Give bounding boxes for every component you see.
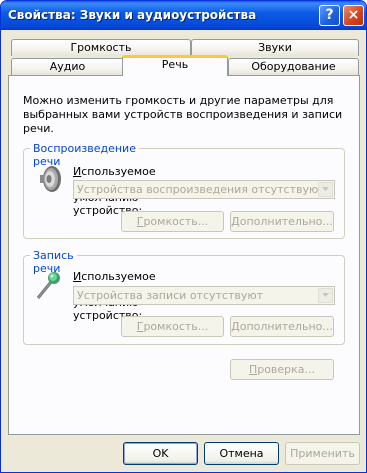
button-label: ромкость...: [143, 320, 209, 333]
recording-advanced-button[interactable]: Дополнительно...: [230, 316, 334, 337]
hotkey-char: Д: [231, 215, 240, 228]
button-label: ополнительно...: [239, 320, 333, 333]
tab-hardware[interactable]: Оборудование: [228, 58, 359, 75]
button-label: ополнительно...: [239, 215, 333, 228]
playback-advanced-button[interactable]: Дополнительно...: [230, 211, 334, 232]
tab-label: Громкость: [70, 41, 132, 54]
microphone-icon: [32, 269, 64, 301]
recording-device-value: Устройства записи отсутствуют: [77, 289, 264, 302]
chevron-down-icon: [318, 182, 333, 197]
description-text: Можно изменить громкость и другие параме…: [23, 94, 343, 135]
recording-device-select[interactable]: Устройства записи отсутствуют: [73, 286, 335, 305]
dialog-window: Свойства: Звуки и аудиоустройства ? × Гр…: [0, 0, 367, 473]
cancel-button[interactable]: Отмена: [204, 442, 279, 465]
chevron-down-icon: [318, 288, 333, 303]
hotkey-char: Д: [231, 320, 240, 333]
playback-device-select[interactable]: Устройства воспроизведения отсутствуют: [73, 180, 335, 199]
hotkey-char: И: [73, 270, 82, 283]
speaker-icon: [34, 163, 66, 195]
hotkey-char: П: [248, 363, 258, 376]
tab-audio[interactable]: Аудио: [11, 58, 124, 75]
tab-speech[interactable]: Речь: [122, 55, 228, 76]
help-button[interactable]: ?: [319, 5, 340, 26]
test-button[interactable]: Проверка...: [230, 359, 334, 380]
button-label: ромкость...: [143, 215, 209, 228]
playback-volume-button[interactable]: Громкость...: [121, 211, 224, 232]
ok-button[interactable]: OK: [123, 442, 198, 465]
tab-volume[interactable]: Громкость: [11, 39, 191, 56]
close-button[interactable]: ×: [343, 5, 364, 26]
tab-label: Аудио: [49, 60, 86, 73]
window-title: Свойства: Звуки и аудиоустройства: [8, 8, 257, 22]
title-bar[interactable]: Свойства: Звуки и аудиоустройства ? ×: [1, 1, 366, 30]
tab-sounds[interactable]: Звуки: [191, 39, 359, 56]
tab-label: Оборудование: [251, 60, 336, 73]
button-label: роверка...: [257, 363, 316, 376]
tab-label: Речь: [161, 58, 189, 71]
recording-volume-button[interactable]: Громкость...: [121, 316, 224, 337]
playback-device-value: Устройства воспроизведения отсутствуют: [77, 183, 325, 196]
hotkey-char: И: [73, 165, 82, 178]
tab-label: Звуки: [258, 41, 292, 54]
apply-button[interactable]: Применить: [285, 442, 360, 465]
